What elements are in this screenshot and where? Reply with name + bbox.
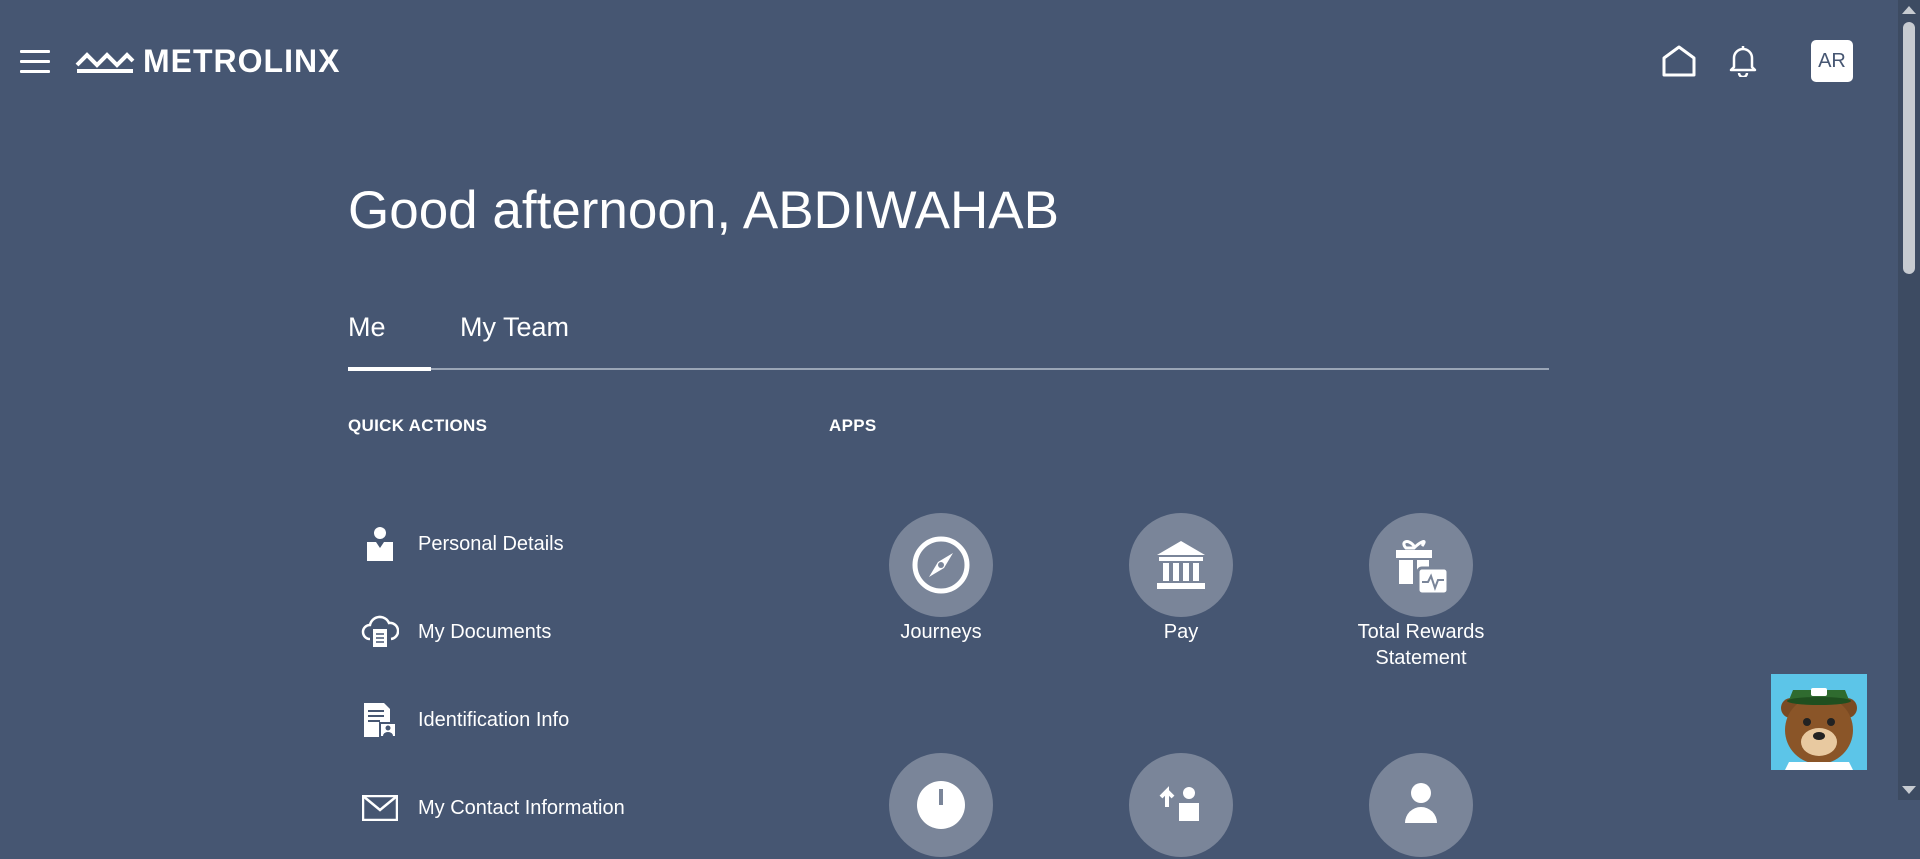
bank-icon	[1157, 541, 1205, 589]
envelope-icon	[360, 788, 400, 828]
people-transfer-icon	[1159, 786, 1199, 821]
user-avatar[interactable]: AR	[1811, 40, 1853, 82]
clock-icon	[917, 781, 965, 829]
compass-icon	[912, 536, 970, 594]
home-icon[interactable]	[1659, 41, 1699, 81]
quick-action-label: Identification Info	[418, 708, 570, 731]
app-journeys[interactable]: Journeys	[846, 513, 1036, 645]
scrollbar-thumb[interactable]	[1903, 22, 1915, 274]
quick-actions-title: QUICK ACTIONS	[348, 416, 488, 435]
greeting-heading: Good afternoon, ABDIWAHAB	[348, 181, 1059, 240]
quick-action-my-documents[interactable]: My Documents	[348, 588, 625, 676]
app-icon-circle	[1369, 513, 1473, 617]
quick-action-personal-details[interactable]: Personal Details	[348, 500, 625, 588]
app-label: Pay	[1163, 621, 1199, 643]
bell-icon[interactable]	[1723, 41, 1763, 81]
apps-title: APPS	[829, 416, 877, 435]
quick-action-label: My Documents	[418, 620, 552, 643]
quick-action-identification-info[interactable]: Identification Info	[348, 676, 625, 764]
quick-actions-list: Personal Details My Documents Identifica…	[348, 500, 625, 852]
app-icon-circle	[889, 753, 993, 857]
logo-text: METROLINX	[143, 42, 341, 79]
quick-action-my-contact-information[interactable]: My Contact Information	[348, 764, 625, 852]
app-icon-circle	[889, 513, 993, 617]
app-total-rewards-statement[interactable]: Total Rewards Statement	[1326, 513, 1516, 671]
app-icon-circle	[1129, 513, 1233, 617]
app-clock[interactable]	[846, 753, 1036, 859]
hamburger-icon[interactable]	[20, 50, 50, 74]
scroll-down-arrow-icon[interactable]	[1902, 786, 1916, 794]
person-icon	[1405, 783, 1437, 823]
gift-icon	[1396, 540, 1450, 596]
app-icon-circle	[1129, 753, 1233, 857]
tab-bar: Me My Team	[348, 312, 1549, 371]
app-label: Total Rewards Statement	[1357, 621, 1485, 669]
person-icon	[360, 524, 400, 564]
bear-mascot-icon[interactable]	[1771, 674, 1867, 770]
logo-mark-icon	[75, 52, 135, 73]
tab-my-team[interactable]: My Team	[460, 312, 569, 361]
app-people-transfer[interactable]	[1086, 753, 1276, 859]
top-bar: METROLINX AR	[0, 0, 1898, 125]
metrolinx-logo[interactable]: METROLINX	[75, 42, 341, 79]
quick-action-label: Personal Details	[418, 532, 564, 555]
app-person[interactable]	[1326, 753, 1516, 859]
app-pay[interactable]: Pay	[1086, 513, 1276, 645]
tab-me[interactable]: Me	[348, 312, 431, 371]
app-label: Journeys	[900, 621, 982, 643]
id-document-icon	[360, 700, 400, 740]
cloud-document-icon	[360, 612, 400, 652]
scroll-up-arrow-icon[interactable]	[1902, 6, 1916, 14]
app-icon-circle	[1369, 753, 1473, 857]
vertical-scrollbar[interactable]	[1898, 0, 1920, 800]
